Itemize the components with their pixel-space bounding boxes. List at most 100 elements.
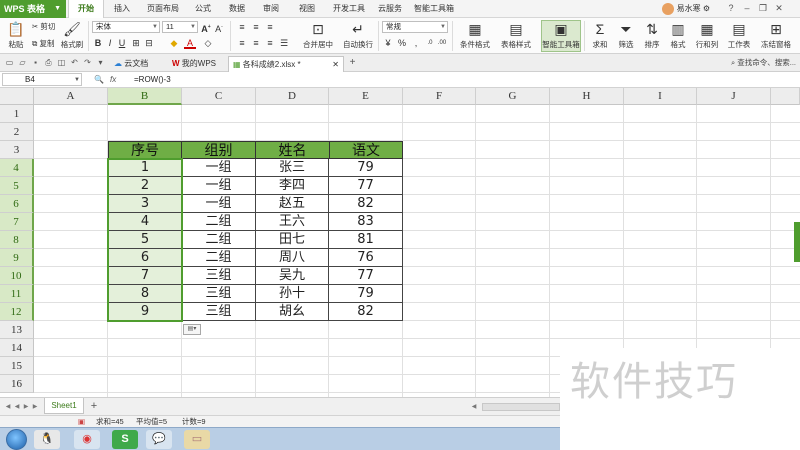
table-style-button[interactable]: ▤ 表格样式 xyxy=(496,19,536,53)
percent-icon[interactable]: % xyxy=(396,37,408,49)
horizontal-scrollbar[interactable] xyxy=(482,403,560,411)
table-cell[interactable]: 三组 xyxy=(182,267,256,285)
column-header-j[interactable]: J xyxy=(697,88,771,105)
tab-cloud-doc[interactable]: ☁ 云文档 xyxy=(110,56,148,72)
align-center-icon[interactable]: ≡ xyxy=(250,37,262,49)
column-header-b[interactable]: B xyxy=(108,88,182,105)
tab-active-file[interactable]: ▦ 各科成绩2.xlsx * ✕ xyxy=(228,56,344,72)
row-col-button[interactable]: ▦ 行和列 xyxy=(692,19,722,53)
row-header-12[interactable]: 12 xyxy=(0,303,34,321)
column-header-f[interactable]: F xyxy=(403,88,476,105)
font-size-select[interactable]: 11 ▼ xyxy=(162,21,198,33)
column-header-c[interactable]: C xyxy=(182,88,256,105)
underline-icon[interactable]: U xyxy=(116,37,128,49)
tab-cloud-service[interactable]: 云服务 xyxy=(372,0,408,18)
copy-button[interactable]: ⧉ 复制 xyxy=(32,38,54,49)
font-color-icon[interactable]: A xyxy=(184,37,196,49)
new-tab-icon[interactable]: + xyxy=(347,57,358,68)
next-sheet-icon[interactable]: ▶ xyxy=(22,402,30,412)
row-header-10[interactable]: 10 xyxy=(0,267,34,285)
scroll-indicator[interactable] xyxy=(794,222,800,262)
row-header-5[interactable]: 5 xyxy=(0,177,34,195)
filter-button[interactable]: ⏷ 筛选 xyxy=(614,19,638,53)
row-header-15[interactable]: 15 xyxy=(0,357,34,375)
table-cell[interactable]: 王六 xyxy=(256,213,329,231)
italic-icon[interactable]: I xyxy=(104,37,116,49)
row-header-9[interactable]: 9 xyxy=(0,249,34,267)
format-button[interactable]: ▥ 格式 xyxy=(666,19,690,53)
column-header-a[interactable]: A xyxy=(34,88,108,105)
wps-spreadsheet-taskbar-icon[interactable]: S xyxy=(112,430,138,449)
sort-button[interactable]: ⇅ 排序 xyxy=(640,19,664,53)
wrap-text-button[interactable]: ↵ 自动换行 xyxy=(340,19,376,53)
column-header-k[interactable] xyxy=(771,88,800,105)
table-cell[interactable]: 81 xyxy=(329,231,403,249)
row-header-16[interactable]: 16 xyxy=(0,375,34,393)
distributed-icon[interactable]: ☰ xyxy=(278,37,290,49)
redo-icon[interactable]: ↷ xyxy=(82,57,93,68)
freeze-panes-button[interactable]: ⊞ 冻结窗格 xyxy=(756,19,796,53)
bold-icon[interactable]: B xyxy=(92,37,104,49)
increase-font-icon[interactable]: A+ xyxy=(200,21,212,34)
fill-color-icon[interactable]: ◆ xyxy=(168,37,180,49)
row-header-3[interactable]: 3 xyxy=(0,141,34,159)
table-cell[interactable]: 周八 xyxy=(256,249,329,267)
row-header-7[interactable]: 7 xyxy=(0,213,34,231)
table-cell[interactable]: 孙十 xyxy=(256,285,329,303)
table-cell[interactable]: 二组 xyxy=(182,231,256,249)
tab-developer[interactable]: 开发工具 xyxy=(328,0,370,18)
restore-icon[interactable]: ❐ xyxy=(756,2,770,15)
qq-icon[interactable]: 🐧 xyxy=(34,430,60,449)
merge-center-button[interactable]: ⊡ 合并居中 xyxy=(298,19,338,53)
find-command-box[interactable]: ⌕ 查找命令、搜索... xyxy=(731,57,796,68)
column-header-i[interactable]: I xyxy=(624,88,697,105)
sum-button[interactable]: Σ 求和 xyxy=(588,19,612,53)
undo-icon[interactable]: ↶ xyxy=(69,57,80,68)
save-icon[interactable]: ▪ xyxy=(30,57,41,68)
increase-decimal-icon[interactable]: .0 xyxy=(424,37,436,49)
tab-smart-toolbox[interactable]: 智能工具箱 xyxy=(410,0,458,18)
formula-input[interactable]: =ROW()-3 xyxy=(134,72,171,88)
column-header-h[interactable]: H xyxy=(550,88,624,105)
table-cell[interactable]: 83 xyxy=(329,213,403,231)
tab-view[interactable]: 视图 xyxy=(292,0,322,18)
conditional-format-button[interactable]: ▦ 条件格式 xyxy=(456,19,494,53)
table-cell[interactable]: 一组 xyxy=(182,159,256,177)
user-account[interactable]: 易水寒 ⚙ xyxy=(662,1,710,17)
table-cell[interactable]: 田七 xyxy=(256,231,329,249)
close-tab-icon[interactable]: ✕ xyxy=(332,57,339,72)
tab-data[interactable]: 数据 xyxy=(222,0,252,18)
table-cell[interactable]: 二组 xyxy=(182,213,256,231)
row-header-14[interactable]: 14 xyxy=(0,339,34,357)
tab-page-layout[interactable]: 页面布局 xyxy=(140,0,186,18)
table-cell[interactable]: 三组 xyxy=(182,303,256,321)
add-sheet-button[interactable]: + xyxy=(88,399,100,413)
sheet-tab-sheet1[interactable]: Sheet1 xyxy=(44,398,84,414)
zoom-search-icon[interactable]: 🔍 xyxy=(94,72,104,88)
align-middle-icon[interactable]: ≡ xyxy=(250,21,262,33)
help-icon[interactable]: ? xyxy=(724,2,738,15)
font-name-select[interactable]: 宋体 ▼ xyxy=(92,21,160,33)
table-cell[interactable]: 77 xyxy=(329,267,403,285)
table-cell[interactable]: 胡幺 xyxy=(256,303,329,321)
row-header-13[interactable]: 13 xyxy=(0,321,34,339)
table-cell[interactable]: 79 xyxy=(329,285,403,303)
print-icon[interactable]: ⎙ xyxy=(43,57,54,68)
folder-icon[interactable]: ▭ xyxy=(184,430,210,449)
close-icon[interactable]: ✕ xyxy=(772,2,786,15)
column-header-e[interactable]: E xyxy=(329,88,403,105)
minimize-icon[interactable]: – xyxy=(740,2,754,15)
tab-insert[interactable]: 插入 xyxy=(106,0,138,18)
tab-review[interactable]: 审阅 xyxy=(256,0,286,18)
chrome-icon[interactable]: ◉ xyxy=(74,430,100,449)
merge-icon[interactable]: ⊟ xyxy=(143,37,155,49)
chevron-down-icon[interactable]: ▼ xyxy=(74,72,80,88)
paste-button[interactable]: 📋 粘贴 xyxy=(4,19,28,53)
clear-format-icon[interactable]: ◇ xyxy=(202,37,214,49)
select-all-corner[interactable] xyxy=(0,88,34,105)
column-header-g[interactable]: G xyxy=(476,88,550,105)
table-cell[interactable]: 三组 xyxy=(182,285,256,303)
start-button[interactable] xyxy=(6,429,27,450)
align-left-icon[interactable]: ≡ xyxy=(236,37,248,49)
table-cell[interactable]: 79 xyxy=(329,159,403,177)
